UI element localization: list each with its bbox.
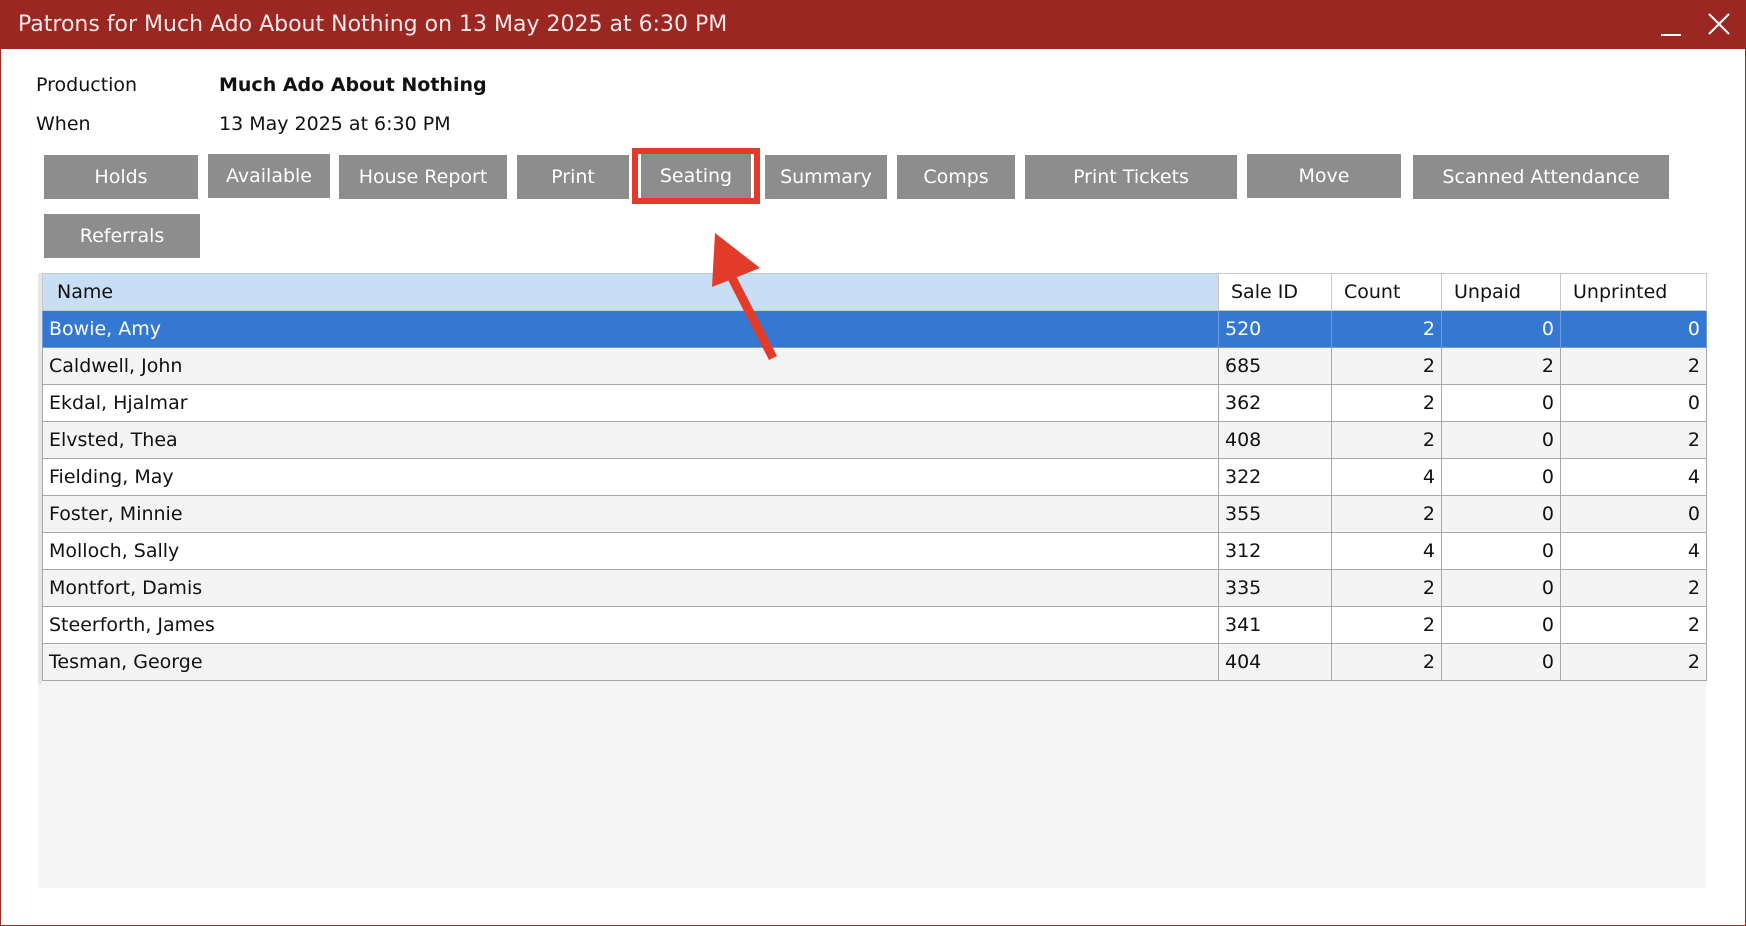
seating-highlight-box (632, 148, 760, 204)
cell-unprinted[interactable]: 2 (1560, 421, 1707, 459)
cell-unprinted[interactable]: 4 (1560, 532, 1707, 570)
cell-sale-id[interactable]: 685 (1218, 347, 1332, 385)
table-row[interactable]: Molloch, Sally 312 4 0 4 (42, 532, 1707, 570)
window-title: Patrons for Much Ado About Nothing on 13… (18, 12, 728, 37)
holds-button[interactable]: Holds (44, 155, 198, 199)
cell-name[interactable]: Montfort, Damis (42, 569, 1219, 607)
cell-count[interactable]: 2 (1331, 384, 1442, 422)
cell-unprinted[interactable]: 0 (1560, 310, 1707, 348)
cell-unpaid[interactable]: 0 (1441, 310, 1561, 348)
cell-count[interactable]: 4 (1331, 458, 1442, 496)
print-tickets-button[interactable]: Print Tickets (1025, 155, 1237, 199)
cell-sale-id[interactable]: 335 (1218, 569, 1332, 607)
cell-name[interactable]: Fielding, May (42, 458, 1219, 496)
cell-sale-id[interactable]: 312 (1218, 532, 1332, 570)
when-value: 13 May 2025 at 6:30 PM (219, 113, 451, 135)
scanned-attendance-button[interactable]: Scanned Attendance (1413, 155, 1669, 199)
cell-sale-id[interactable]: 404 (1218, 643, 1332, 681)
summary-button[interactable]: Summary (765, 155, 887, 199)
available-button[interactable]: Available (208, 154, 330, 198)
minimize-button[interactable] (1649, 1, 1693, 49)
table-row[interactable]: Caldwell, John 685 2 2 2 (42, 347, 1707, 385)
cell-name[interactable]: Foster, Minnie (42, 495, 1219, 533)
minimize-icon (1661, 34, 1681, 36)
table-row[interactable]: Ekdal, Hjalmar 362 2 0 0 (42, 384, 1707, 422)
patrons-table: Name Sale ID Count Unpaid Unprinted Bowi… (42, 273, 1707, 681)
cell-unpaid[interactable]: 0 (1441, 495, 1561, 533)
table-header-row: Name Sale ID Count Unpaid Unprinted (42, 273, 1707, 311)
arrow-up-left-icon (712, 233, 778, 361)
cell-unpaid[interactable]: 0 (1441, 421, 1561, 459)
cell-sale-id[interactable]: 362 (1218, 384, 1332, 422)
close-button[interactable] (1697, 1, 1741, 49)
column-header-sale-id[interactable]: Sale ID (1218, 273, 1332, 311)
cell-count[interactable]: 2 (1331, 495, 1442, 533)
table-row[interactable]: Steerforth, James 341 2 0 2 (42, 606, 1707, 644)
house-report-button[interactable]: House Report (339, 155, 507, 199)
cell-unprinted[interactable]: 2 (1560, 643, 1707, 681)
cell-count[interactable]: 2 (1331, 310, 1442, 348)
production-value: Much Ado About Nothing (219, 74, 487, 96)
cell-name[interactable]: Ekdal, Hjalmar (42, 384, 1219, 422)
table-row[interactable]: Fielding, May 322 4 0 4 (42, 458, 1707, 496)
cell-sale-id[interactable]: 341 (1218, 606, 1332, 644)
table-row[interactable]: Foster, Minnie 355 2 0 0 (42, 495, 1707, 533)
cell-unpaid[interactable]: 0 (1441, 643, 1561, 681)
cell-unprinted[interactable]: 2 (1560, 606, 1707, 644)
title-bar[interactable]: Patrons for Much Ado About Nothing on 13… (1, 1, 1745, 49)
table-row[interactable]: Bowie, Amy 520 2 0 0 (42, 310, 1707, 348)
cell-name[interactable]: Molloch, Sally (42, 532, 1219, 570)
cell-count[interactable]: 2 (1331, 606, 1442, 644)
cell-count[interactable]: 2 (1331, 421, 1442, 459)
cell-sale-id[interactable]: 520 (1218, 310, 1332, 348)
close-icon (1708, 13, 1730, 35)
cell-unpaid[interactable]: 0 (1441, 569, 1561, 607)
cell-unprinted[interactable]: 2 (1560, 347, 1707, 385)
cell-name[interactable]: Caldwell, John (42, 347, 1219, 385)
cell-unprinted[interactable]: 0 (1560, 384, 1707, 422)
cell-sale-id[interactable]: 355 (1218, 495, 1332, 533)
when-label: When (36, 113, 91, 135)
column-header-name[interactable]: Name (42, 273, 1219, 311)
cell-name[interactable]: Elvsted, Thea (42, 421, 1219, 459)
cell-unpaid[interactable]: 0 (1441, 384, 1561, 422)
cell-unprinted[interactable]: 0 (1560, 495, 1707, 533)
cell-unpaid[interactable]: 0 (1441, 458, 1561, 496)
cell-name[interactable]: Steerforth, James (42, 606, 1219, 644)
production-label: Production (36, 74, 138, 96)
move-button[interactable]: Move (1247, 154, 1401, 198)
cell-count[interactable]: 2 (1331, 347, 1442, 385)
cell-count[interactable]: 2 (1331, 569, 1442, 607)
print-button[interactable]: Print (517, 155, 629, 199)
cell-count[interactable]: 2 (1331, 643, 1442, 681)
comps-button[interactable]: Comps (897, 155, 1015, 199)
cell-name[interactable]: Bowie, Amy (42, 310, 1219, 348)
cell-unprinted[interactable]: 4 (1560, 458, 1707, 496)
cell-unpaid[interactable]: 0 (1441, 606, 1561, 644)
cell-sale-id[interactable]: 322 (1218, 458, 1332, 496)
column-header-unpaid[interactable]: Unpaid (1441, 273, 1561, 311)
column-header-unprinted[interactable]: Unprinted (1560, 273, 1707, 311)
cell-sale-id[interactable]: 408 (1218, 421, 1332, 459)
table-row[interactable]: Montfort, Damis 335 2 0 2 (42, 569, 1707, 607)
cell-count[interactable]: 4 (1331, 532, 1442, 570)
table-row[interactable]: Tesman, George 404 2 0 2 (42, 643, 1707, 681)
cell-unpaid[interactable]: 0 (1441, 532, 1561, 570)
table-row[interactable]: Elvsted, Thea 408 2 0 2 (42, 421, 1707, 459)
referrals-button[interactable]: Referrals (44, 214, 200, 258)
cell-name[interactable]: Tesman, George (42, 643, 1219, 681)
cell-unprinted[interactable]: 2 (1560, 569, 1707, 607)
column-header-count[interactable]: Count (1331, 273, 1442, 311)
cell-unpaid[interactable]: 2 (1441, 347, 1561, 385)
